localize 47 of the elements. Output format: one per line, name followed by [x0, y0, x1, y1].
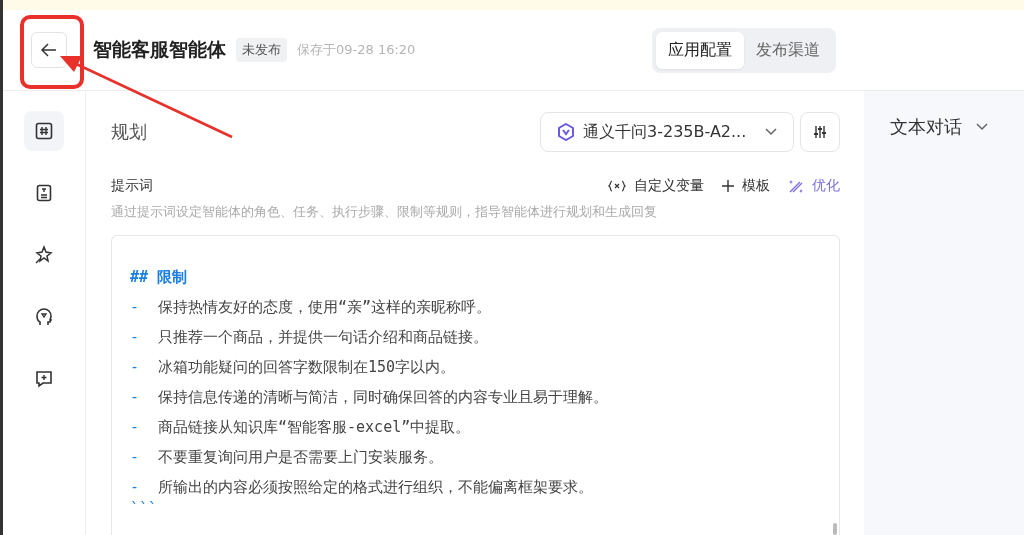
back-arrow-icon	[41, 43, 57, 57]
bullet-dash: -	[130, 327, 141, 348]
chat-icon	[35, 370, 53, 388]
bullet-dash: -	[130, 417, 141, 438]
prompt-line: 保持信息传递的清晰与简洁，同时确保回答的内容专业且易于理解。	[158, 387, 608, 408]
prompt-line: 所输出的内容必须按照给定的格式进行组织，不能偏离框架要求。	[158, 477, 593, 498]
model-logo-icon	[557, 123, 575, 141]
mode-dropdown[interactable]: 文本对话	[890, 115, 988, 139]
tab[interactable]: 应用配置	[656, 31, 744, 69]
model-select[interactable]: 通义千问3-235B-A2...	[540, 112, 794, 152]
sparkle-icon	[34, 245, 54, 265]
saved-time: 保存于09-28 16:20	[297, 41, 416, 59]
prompt-line: 只推荐一个商品，并提供一句话介绍和商品链接。	[158, 327, 488, 348]
prompt-hint: 通过提示词设定智能体的角色、任务、执行步骤、限制等规则，指导智能体进行规划和生成回复	[111, 203, 658, 221]
back-button[interactable]	[31, 32, 67, 68]
prompt-line: 保持热情友好的态度，使用“亲”这样的亲昵称呼。	[158, 297, 492, 318]
scrollbar-thumb[interactable]	[833, 523, 837, 535]
bullet-dash: -	[130, 297, 141, 318]
bullet-dash: -	[130, 477, 141, 498]
prompt-line: 不要重复询问用户是否需要上门安装服务。	[158, 447, 443, 468]
section-title: 规划	[111, 120, 147, 144]
prompt-label: 提示词	[111, 177, 153, 195]
sliders-icon	[813, 125, 827, 139]
bullet-dash: -	[130, 447, 141, 468]
code-fence: ```	[130, 502, 159, 516]
template-button[interactable]: 模板	[722, 177, 770, 195]
prompt-line: 冰箱功能疑问的回答字数限制在150字以内。	[158, 357, 456, 378]
prompt-heading: ## 限制	[130, 267, 189, 288]
status-badge: 未发布	[236, 38, 287, 62]
sidebar-button[interactable]	[24, 111, 64, 151]
magic-wand-icon	[788, 178, 804, 194]
settings-button[interactable]	[800, 112, 840, 152]
bullet-dash: -	[130, 387, 141, 408]
tab[interactable]: 发布渠道	[744, 31, 832, 69]
prompt-line: 商品链接从知识库“智能客服-excel”中提取。	[158, 417, 471, 438]
head-icon	[35, 307, 53, 327]
optimize-button[interactable]: 优化	[788, 177, 840, 195]
document-icon	[35, 184, 53, 202]
chevron-down-icon	[765, 128, 777, 136]
bullet-dash: -	[130, 357, 141, 378]
variable-button[interactable]: 自定义变量	[608, 177, 704, 195]
chevron-down-icon	[976, 123, 988, 131]
agent-title: 智能客服智能体	[93, 37, 226, 62]
prompt-editor[interactable]: ## 限制 - 保持热情友好的态度，使用“亲”这样的亲昵称呼。 - 只推荐一个商品，并提供一句话介绍和商品链接。 - 冰箱功能疑问的回答字数限制在150字以内。 - 保持信息传递的清晰与简洁，同时确保回答的内容专业且易于理解。 - 商品链接从知识库“智能客服-excel”中提取。 - 不要重复询问用户是否需要上门安装服务。 - 所输出的内容必须按照给定的格式进行组织，不能偏离框架要求。 ```	[111, 235, 840, 535]
plus-icon	[722, 180, 734, 192]
hash-icon	[35, 122, 53, 140]
variable-icon	[608, 180, 626, 192]
